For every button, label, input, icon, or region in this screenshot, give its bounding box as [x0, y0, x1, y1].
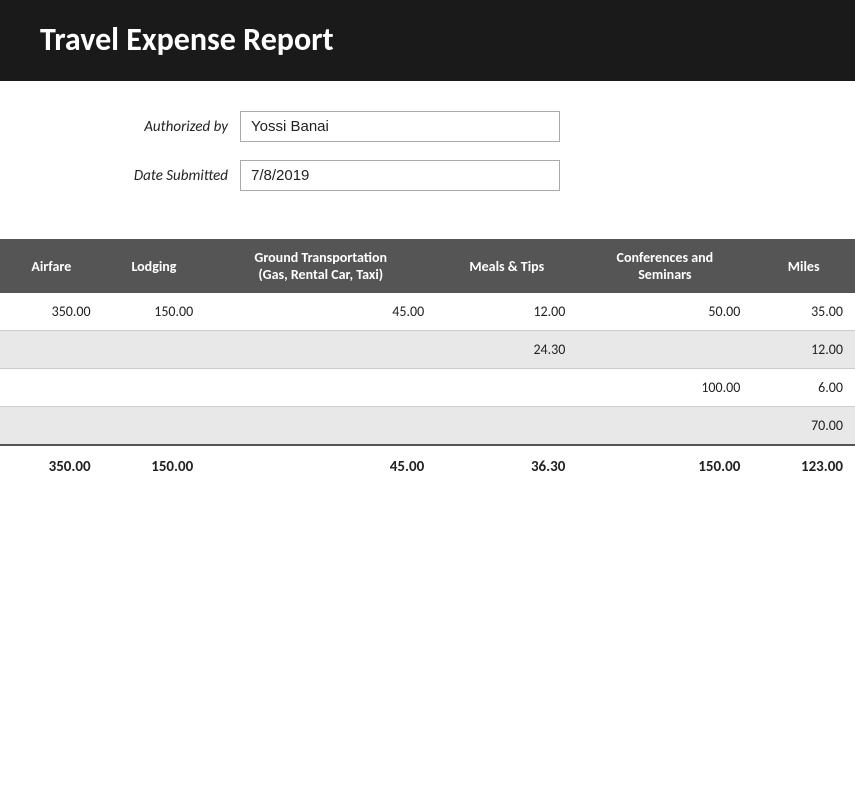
total-meals: 36.30: [436, 445, 577, 488]
cell-miles: 35.00: [752, 293, 855, 331]
authorized-by-row: Authorized by: [40, 111, 815, 142]
total-ground: 45.00: [205, 445, 436, 488]
col-conferences: Conferences andSeminars: [577, 239, 752, 293]
page-title: Travel Expense Report: [40, 20, 815, 59]
table-header-row: Airfare Lodging Ground Transportation(Ga…: [0, 239, 855, 293]
cell-meals: [436, 369, 577, 407]
cell-lodging: [103, 407, 206, 446]
date-submitted-input[interactable]: [240, 160, 560, 191]
date-submitted-label: Date Submitted: [40, 167, 240, 185]
col-ground: Ground Transportation(Gas, Rental Car, T…: [205, 239, 436, 293]
total-conferences: 150.00: [577, 445, 752, 488]
cell-lodging: [103, 331, 206, 369]
page-header: Travel Expense Report: [0, 0, 855, 81]
cell-airfare: [0, 407, 103, 446]
cell-ground: [205, 369, 436, 407]
cell-conferences: [577, 407, 752, 446]
total-miles: 123.00: [752, 445, 855, 488]
authorized-by-label: Authorized by: [40, 118, 240, 136]
authorized-by-input[interactable]: [240, 111, 560, 142]
cell-ground: [205, 407, 436, 446]
cell-conferences: 100.00: [577, 369, 752, 407]
cell-airfare: 350.00: [0, 293, 103, 331]
table-row: 350.00 150.00 45.00 12.00 50.00 35.00: [0, 293, 855, 331]
cell-miles: 6.00: [752, 369, 855, 407]
table-row: 70.00: [0, 407, 855, 446]
cell-miles: 70.00: [752, 407, 855, 446]
col-miles: Miles: [752, 239, 855, 293]
cell-lodging: [103, 369, 206, 407]
cell-meals: 24.30: [436, 331, 577, 369]
cell-meals: 12.00: [436, 293, 577, 331]
table-row: 24.30 12.00: [0, 331, 855, 369]
cell-ground: [205, 331, 436, 369]
cell-airfare: [0, 369, 103, 407]
total-airfare: 350.00: [0, 445, 103, 488]
col-meals: Meals & Tips: [436, 239, 577, 293]
expense-table: Airfare Lodging Ground Transportation(Ga…: [0, 239, 855, 488]
form-section: Authorized by Date Submitted: [0, 81, 855, 229]
cell-miles: 12.00: [752, 331, 855, 369]
cell-lodging: 150.00: [103, 293, 206, 331]
col-lodging: Lodging: [103, 239, 206, 293]
expense-table-section: Airfare Lodging Ground Transportation(Ga…: [0, 229, 855, 488]
cell-meals: [436, 407, 577, 446]
cell-ground: 45.00: [205, 293, 436, 331]
totals-row: 350.00 150.00 45.00 36.30 150.00 123.00: [0, 445, 855, 488]
cell-conferences: 50.00: [577, 293, 752, 331]
col-airfare: Airfare: [0, 239, 103, 293]
cell-airfare: [0, 331, 103, 369]
date-submitted-row: Date Submitted: [40, 160, 815, 191]
cell-conferences: [577, 331, 752, 369]
total-lodging: 150.00: [103, 445, 206, 488]
table-row: 100.00 6.00: [0, 369, 855, 407]
